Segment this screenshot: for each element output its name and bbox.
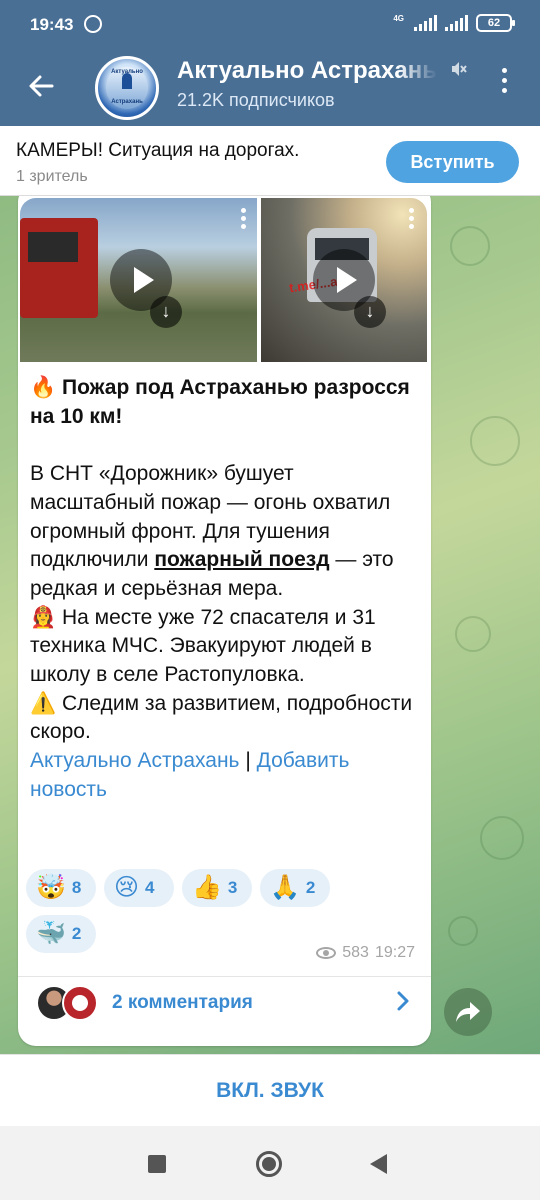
share-button[interactable]	[444, 988, 492, 1036]
background-doodle	[448, 916, 478, 946]
alarm-icon	[84, 15, 102, 33]
reaction-chip[interactable]: 🙏 2	[260, 869, 330, 907]
video-thumbnail-1[interactable]: ↓	[20, 198, 257, 362]
download-icon[interactable]: ↓	[150, 296, 182, 328]
dot	[501, 78, 507, 83]
subscriber-count: 21.2K подписчиков	[177, 90, 335, 110]
signal-icon-2	[445, 15, 468, 31]
bottom-bar: ВКЛ. ЗВУК	[0, 1054, 540, 1126]
channel-link[interactable]: Актуально Астрахань	[30, 749, 240, 772]
divider	[18, 976, 431, 977]
fire-emoji-icon: 🔥	[30, 376, 57, 399]
live-stream-title: КАМЕРЫ! Ситуация на дорогах.	[16, 140, 300, 161]
background-doodle	[455, 616, 491, 652]
thumbs-up-emoji-icon: 👍	[192, 874, 222, 901]
whale-emoji-icon: 🐳	[36, 920, 66, 947]
recent-apps-icon[interactable]	[148, 1155, 166, 1173]
menu-button[interactable]	[492, 68, 516, 98]
reaction-count: 2	[305, 878, 316, 897]
reaction-chip[interactable]: 👍 3	[182, 869, 252, 907]
live-stream-viewers: 1 зритель	[16, 168, 88, 185]
eye-icon	[316, 947, 337, 959]
signal-icon	[414, 15, 437, 31]
status-time: 19:43	[30, 15, 74, 34]
post-paragraph-3: ⚠️ Следим за развитием, подробности скор…	[30, 690, 420, 747]
firefighter-emoji-icon: 👩‍🚒	[30, 605, 57, 629]
background-doodle	[450, 226, 490, 266]
footer-separator: |	[239, 749, 257, 773]
dot	[501, 68, 507, 73]
media-menu-icon[interactable]	[409, 208, 415, 232]
view-count: 583	[342, 944, 369, 961]
status-bar: 19:43 4G 62	[0, 0, 540, 50]
chat-area[interactable]: ↓ t.me/...a30 ↓ 🔥 Пожар под Астраханью р…	[0, 196, 540, 1054]
background-doodle	[470, 416, 520, 466]
fire-truck-image	[20, 218, 98, 318]
comments-label: 2 комментария	[112, 992, 253, 1013]
media-menu-icon[interactable]	[241, 208, 247, 232]
channel-avatar[interactable]: Актуально Астрахань	[95, 56, 159, 120]
reaction-chip[interactable]: 😢 4	[104, 869, 174, 907]
paragraph-text: На месте уже 72 спасателя и 31 техника М…	[30, 605, 376, 687]
commenter-avatar	[62, 985, 98, 1021]
chevron-right-icon	[397, 991, 409, 1011]
reaction-count: 2	[71, 924, 82, 943]
post-paragraph-1: В СНТ «Дорожник» бушует масштабный пожар…	[30, 460, 420, 604]
channel-title[interactable]: Актуально Астрахань	[177, 57, 437, 85]
reaction-count: 4	[145, 878, 155, 897]
message-meta: 583 19:27	[316, 944, 415, 962]
live-stream-bar[interactable]: КАМЕРЫ! Ситуация на дорогах. 1 зритель В…	[0, 126, 540, 196]
back-triangle-icon[interactable]	[370, 1154, 387, 1174]
message-time: 19:27	[374, 944, 415, 961]
join-button[interactable]: Вступить	[386, 141, 519, 183]
message-text: 🔥 Пожар под Астраханью разросся на 10 км…	[30, 374, 420, 805]
reaction-chip[interactable]: 🐳 2	[26, 915, 96, 953]
arrow-left-icon	[29, 75, 54, 97]
download-icon[interactable]: ↓	[354, 296, 386, 328]
share-arrow-icon	[456, 1002, 480, 1022]
reaction-count: 8	[71, 878, 82, 897]
back-button[interactable]	[22, 66, 62, 106]
folded-hands-emoji-icon: 🙏	[270, 874, 300, 901]
paragraph-text: Следим за развитием, подробности скоро.	[30, 691, 413, 744]
avatar-logo-text: Актуально	[111, 69, 143, 75]
background-doodle	[480, 816, 524, 860]
home-icon[interactable]	[256, 1151, 282, 1177]
kremlin-icon	[122, 73, 132, 89]
fire-train-link[interactable]: пожарный поезд	[154, 548, 329, 571]
battery-icon: 62	[476, 14, 515, 32]
dot	[501, 88, 507, 93]
avatar-logo-text-2: Астрахань	[111, 99, 143, 105]
comments-button[interactable]: 2 комментария	[18, 979, 431, 1027]
post-footer: Актуально Астрахань | Добавить новость	[30, 747, 420, 804]
exploding-head-emoji-icon: 🤯	[36, 874, 66, 901]
status-icons: 4G 62	[393, 14, 515, 32]
warning-emoji-icon: ⚠️	[30, 691, 57, 715]
unmute-sound-button[interactable]: ВКЛ. ЗВУК	[0, 1055, 540, 1127]
reaction-chip[interactable]: 🤯 8	[26, 869, 96, 907]
post-paragraph-2: 👩‍🚒 На месте уже 72 спасателя и 31 техни…	[30, 604, 420, 690]
post-title: 🔥 Пожар под Астраханью разросся на 10 км…	[30, 374, 420, 431]
message-bubble[interactable]: ↓ t.me/...a30 ↓ 🔥 Пожар под Астраханью р…	[18, 196, 431, 1046]
muted-speaker-icon	[452, 62, 467, 76]
crying-face-emoji-icon: 😢	[114, 874, 140, 901]
system-nav-bar	[0, 1126, 540, 1200]
post-title-text: Пожар под Астраханью разросся на 10 км!	[30, 376, 410, 428]
channel-header: Актуально Астрахань Актуально Астрахань …	[0, 50, 540, 126]
network-type-label: 4G	[393, 14, 404, 23]
reaction-count: 3	[227, 878, 238, 897]
video-thumbnail-2[interactable]: t.me/...a30 ↓	[261, 198, 427, 362]
